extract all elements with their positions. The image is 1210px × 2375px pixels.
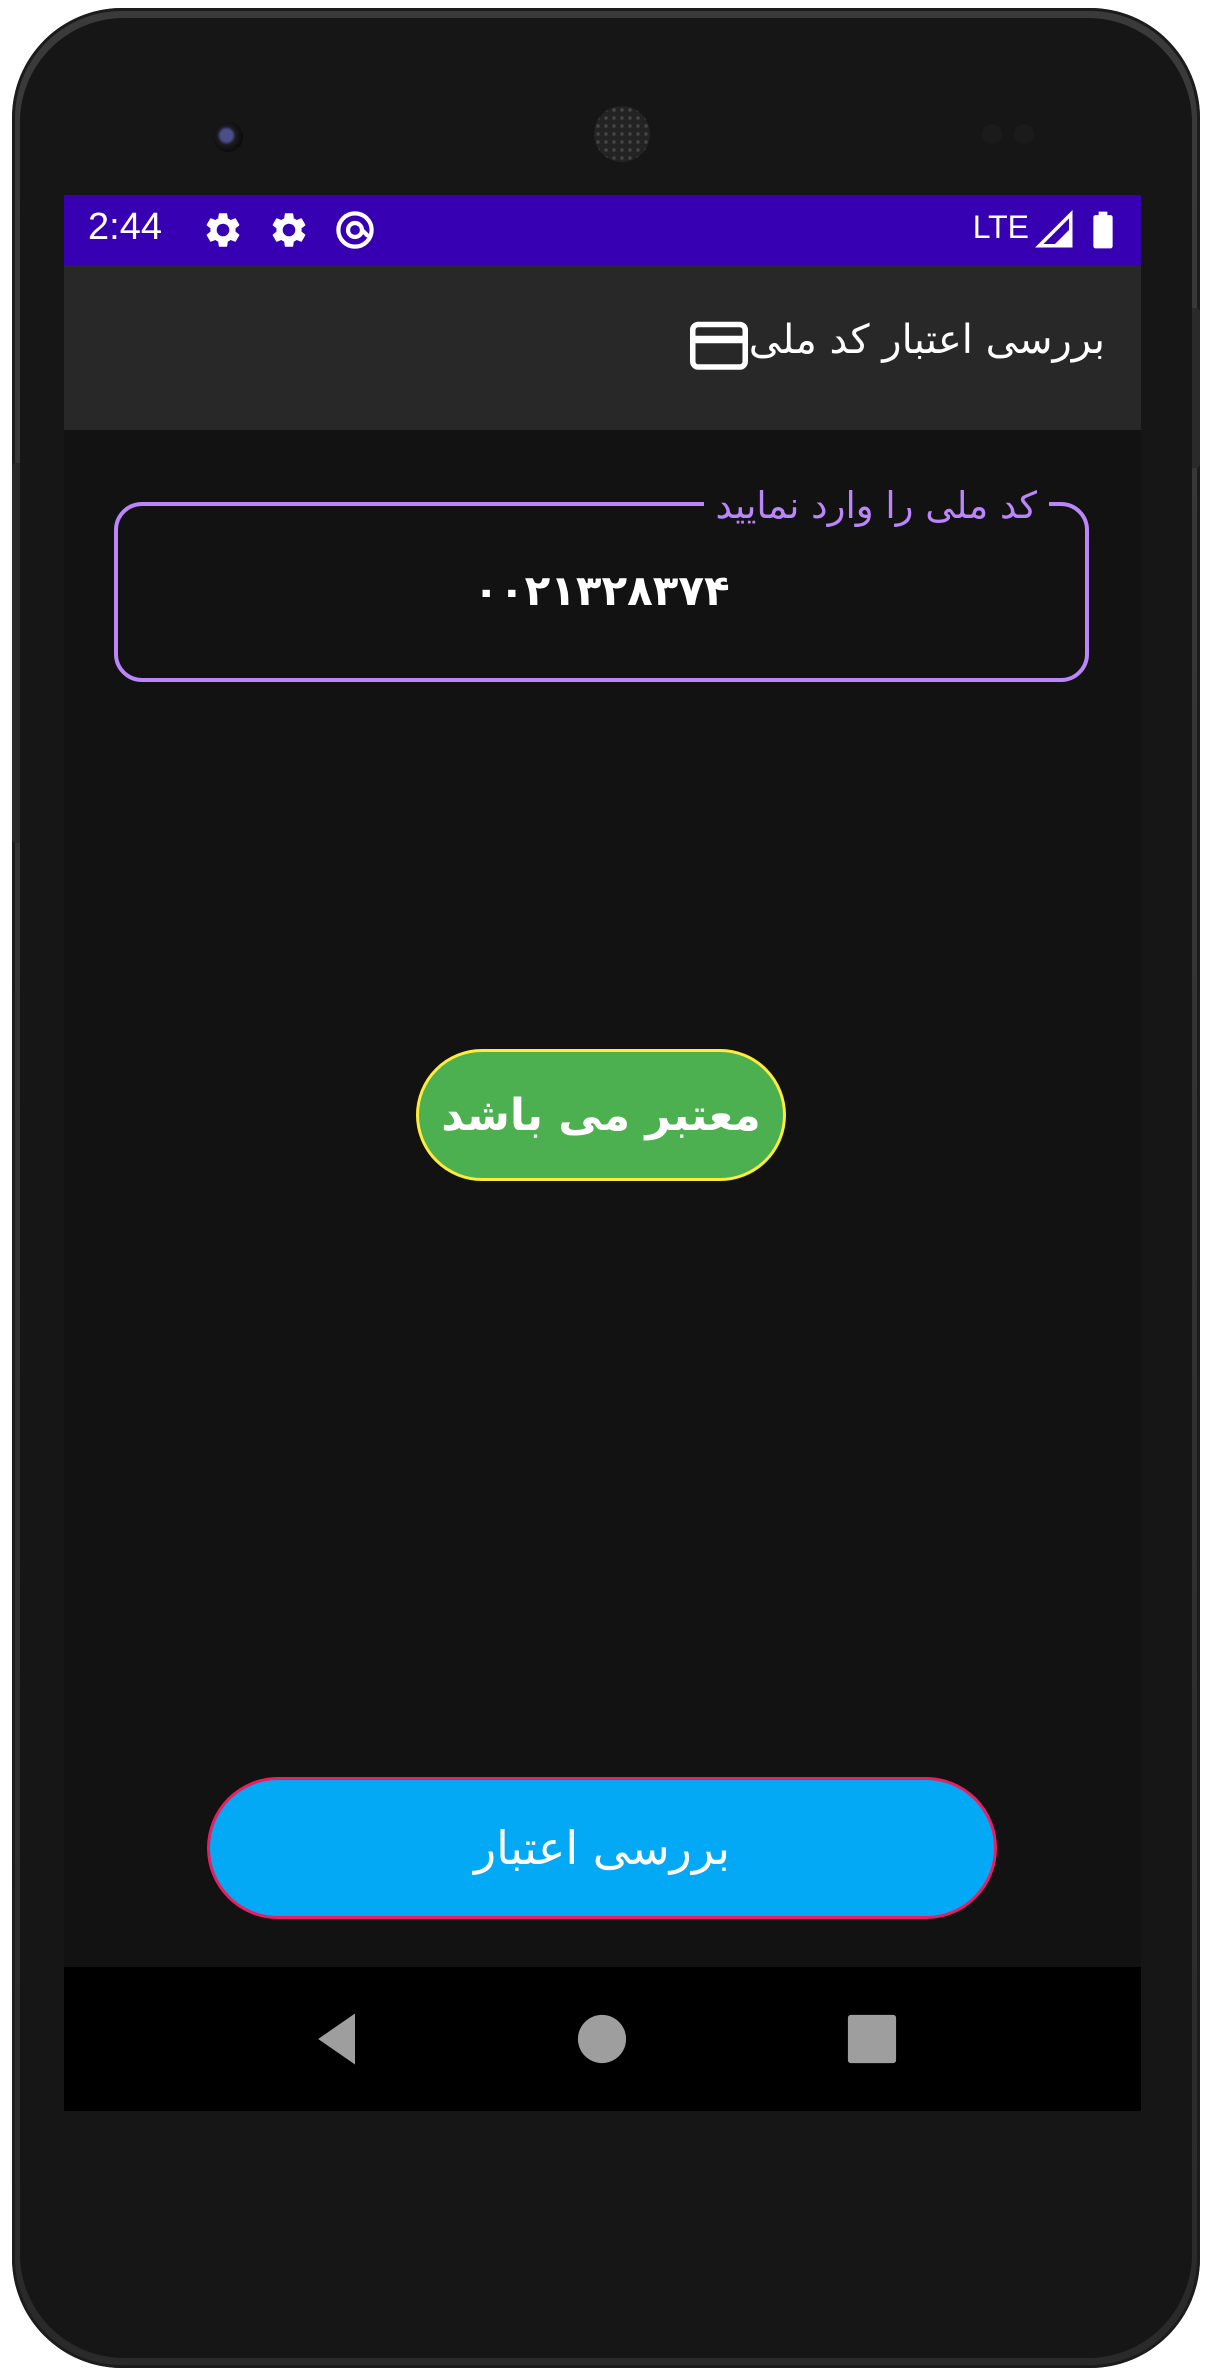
status-bar: 2:44 LTE bbox=[64, 195, 1141, 265]
proximity-sensor bbox=[982, 124, 1002, 144]
national-code-label: کد ملی را وارد نمایید bbox=[703, 484, 1049, 527]
earpiece-speaker bbox=[594, 106, 650, 162]
home-icon[interactable] bbox=[568, 2005, 636, 2073]
front-camera bbox=[213, 122, 243, 152]
signal-icon bbox=[1035, 210, 1073, 248]
settings-icon bbox=[272, 213, 306, 247]
recents-icon[interactable] bbox=[838, 2005, 906, 2073]
battery-icon bbox=[1093, 211, 1113, 249]
validation-result-badge: معتبر می باشد bbox=[416, 1049, 786, 1181]
check-validity-button[interactable]: بررسی اعتبار bbox=[207, 1777, 997, 1919]
settings-icon bbox=[206, 213, 240, 247]
light-sensor bbox=[1014, 124, 1034, 144]
national-code-field[interactable]: کد ملی را وارد نمایید ۰۰۲۱۳۲۸۳۷۴ bbox=[114, 484, 1089, 682]
status-time: 2:44 bbox=[88, 206, 162, 248]
credit-card-icon bbox=[690, 321, 748, 370]
navigation-bar bbox=[64, 1967, 1141, 2111]
at-sign-notification-icon bbox=[336, 211, 374, 249]
app-bar: بررسی اعتبار کد ملی bbox=[64, 265, 1141, 430]
national-code-input[interactable]: ۰۰۲۱۳۲۸۳۷۴ bbox=[118, 566, 1085, 615]
back-icon[interactable] bbox=[304, 2005, 372, 2073]
page-title: بررسی اعتبار کد ملی bbox=[748, 317, 1105, 363]
screen: 2:44 LTE بررسی اعتبار کد ملی کد ملی را و… bbox=[64, 195, 1141, 2111]
network-type: LTE bbox=[972, 209, 1029, 245]
